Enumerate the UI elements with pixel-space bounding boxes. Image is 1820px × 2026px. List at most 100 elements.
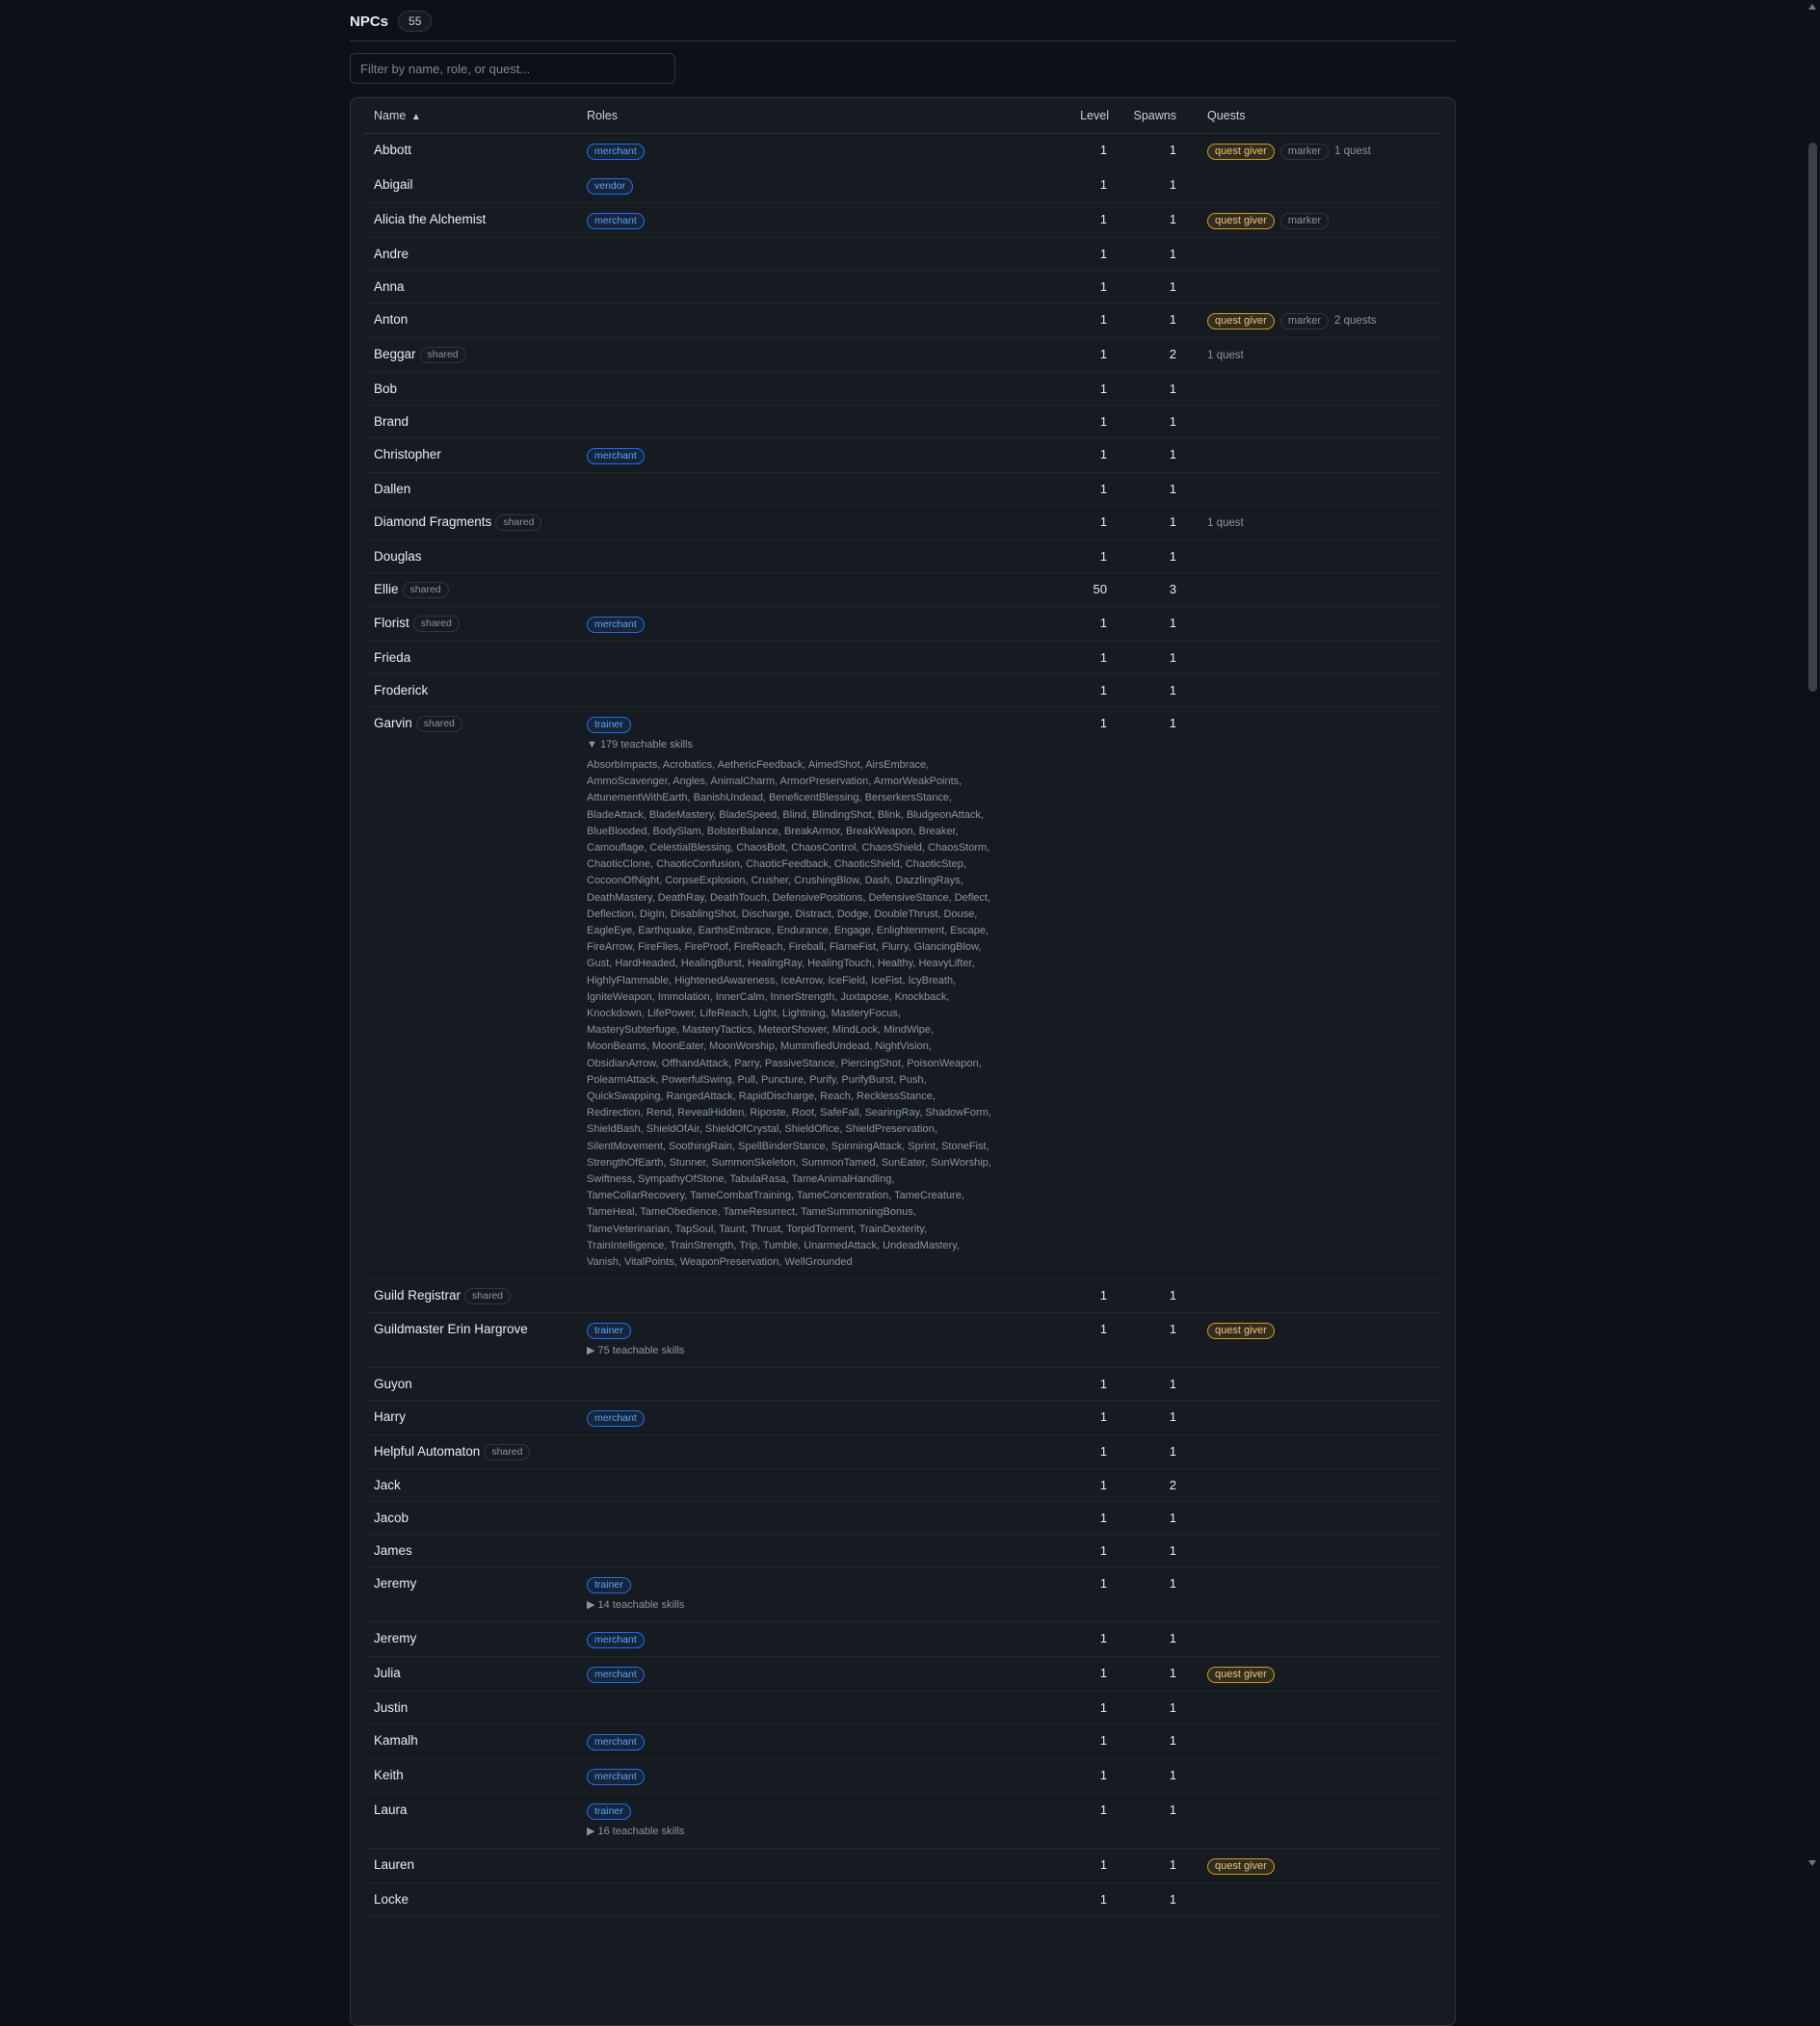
role-badge: trainer [587, 1577, 631, 1594]
scroll-down-icon[interactable] [1808, 1860, 1816, 1866]
table-row[interactable]: Jeremy merchant 1 1 [364, 1621, 1441, 1658]
cell-spawns: 1 [1109, 641, 1178, 674]
npc-name[interactable]: Diamond Fragments [374, 514, 491, 529]
table-row[interactable]: Keith merchant 1 1 [364, 1758, 1441, 1795]
table-row[interactable]: Christopher merchant 1 1 [364, 437, 1441, 473]
npc-name[interactable]: Guyon [374, 1377, 412, 1391]
table-row[interactable]: James 1 1 [364, 1534, 1441, 1568]
npc-name[interactable]: Jacob [374, 1511, 409, 1525]
table-row[interactable]: Frieda 1 1 [364, 641, 1441, 674]
column-header-name[interactable]: Name ▲ [364, 98, 587, 134]
npc-name[interactable]: Froderick [374, 683, 428, 697]
npc-name[interactable]: Laura [374, 1802, 408, 1817]
cell-name: Guild Registrar shared [364, 1278, 587, 1314]
npc-name[interactable]: Lauren [374, 1857, 414, 1872]
cell-spawns: 1 [1109, 1621, 1178, 1658]
table-row[interactable]: Abbott merchant 1 1 quest giver marker 1 quest [364, 133, 1441, 169]
quest-count[interactable]: 1 quest [1334, 145, 1371, 157]
column-header-roles[interactable]: Roles [587, 98, 1030, 134]
table-row[interactable]: Julia merchant 1 1 quest giver [364, 1656, 1441, 1693]
npc-name[interactable]: Julia [374, 1666, 401, 1680]
npc-name[interactable]: Dallen [374, 482, 410, 496]
cell-spawns: 1 [1109, 1534, 1178, 1568]
table-row[interactable]: Anna 1 1 [364, 270, 1441, 303]
npc-name[interactable]: Christopher [374, 447, 441, 461]
table-row[interactable]: Jack 1 2 [364, 1468, 1441, 1503]
npc-name[interactable]: Locke [374, 1892, 409, 1907]
table-row[interactable]: Justin 1 1 [364, 1691, 1441, 1725]
skills-toggle[interactable]: ▶ 14 teachable skills [587, 1597, 1030, 1614]
table-row[interactable]: Guild Registrar shared 1 1 [364, 1278, 1441, 1314]
column-header-spawns[interactable]: Spawns [1109, 98, 1178, 134]
table-row[interactable]: Laura trainer ▶ 16 teachable skills 1 1 [364, 1793, 1441, 1850]
role-badge: trainer [587, 1323, 631, 1340]
table-row[interactable]: Locke 1 1 [364, 1882, 1441, 1917]
npc-name[interactable]: Guildmaster Erin Hargrove [374, 1322, 528, 1336]
table-row[interactable]: Dallen 1 1 [364, 472, 1441, 506]
npc-name[interactable]: James [374, 1543, 412, 1558]
npc-name[interactable]: Garvin [374, 716, 412, 730]
npc-name[interactable]: Brand [374, 414, 409, 429]
table-row[interactable]: Helpful Automaton shared 1 1 [364, 1434, 1441, 1470]
filter-input[interactable] [350, 53, 675, 84]
npc-name[interactable]: Harry [374, 1409, 406, 1424]
scrollbar-thumb[interactable] [1808, 143, 1817, 692]
npc-name[interactable]: Bob [374, 382, 397, 396]
table-row[interactable]: Harry merchant 1 1 [364, 1400, 1441, 1436]
npc-name[interactable]: Ellie [374, 582, 399, 596]
table-row[interactable]: Abigail vendor 1 1 [364, 168, 1441, 203]
npc-name[interactable]: Jeremy [374, 1576, 416, 1591]
skills-toggle[interactable]: ▼ 179 teachable skills [587, 737, 1030, 753]
table-row[interactable]: Brand 1 1 [364, 405, 1441, 438]
column-header-level[interactable]: Level [1030, 98, 1109, 134]
npc-name[interactable]: Guild Registrar [374, 1288, 461, 1302]
cell-level: 1 [1030, 641, 1109, 674]
table-row[interactable]: Garvin shared trainer ▼ 179 teachable skill… [364, 706, 1441, 1280]
npc-name[interactable]: Abbott [374, 143, 411, 157]
quest-count[interactable]: 1 quest [1207, 517, 1244, 529]
table-row[interactable]: Jeremy trainer ▶ 14 teachable skills 1 1 [364, 1566, 1441, 1623]
npc-name[interactable]: Andre [374, 247, 409, 261]
skills-toggle[interactable]: ▶ 75 teachable skills [587, 1343, 1030, 1359]
npc-name[interactable]: Douglas [374, 549, 422, 564]
cell-name: Froderick [364, 673, 587, 707]
npc-name[interactable]: Helpful Automaton [374, 1444, 480, 1459]
npc-name[interactable]: Beggar [374, 347, 416, 361]
table-row[interactable]: Froderick 1 1 [364, 673, 1441, 707]
table-row[interactable]: Anton 1 1 quest giver marker 2 quests [364, 303, 1441, 338]
npc-name[interactable]: Jack [374, 1478, 401, 1492]
table-row[interactable]: Douglas 1 1 [364, 539, 1441, 573]
cell-level: 1 [1030, 237, 1109, 271]
quest-count[interactable]: 1 quest [1207, 350, 1244, 361]
npc-name[interactable]: Alicia the Alchemist [374, 212, 486, 226]
npc-name[interactable]: Keith [374, 1768, 404, 1782]
quest-count[interactable]: 2 quests [1334, 315, 1376, 327]
cell-quests [1178, 1434, 1441, 1470]
table-row[interactable]: Guyon 1 1 [364, 1367, 1441, 1402]
npc-name[interactable]: Justin [374, 1700, 408, 1715]
skills-toggle[interactable]: ▶ 16 teachable skills [587, 1824, 1030, 1840]
cell-spawns: 1 [1109, 673, 1178, 707]
scroll-up-icon[interactable] [1808, 4, 1816, 10]
page-header: NPCs 55 [350, 0, 1456, 41]
table-row[interactable]: Alicia the Alchemist merchant 1 1 quest give… [364, 202, 1441, 238]
table-row[interactable]: Lauren 1 1 quest giver [364, 1848, 1441, 1884]
table-row[interactable]: Kamalh merchant 1 1 [364, 1723, 1441, 1760]
table-row[interactable]: Jacob 1 1 [364, 1501, 1441, 1536]
npc-name[interactable]: Abigail [374, 177, 413, 192]
table-row[interactable]: Ellie shared 50 3 [364, 572, 1441, 607]
npc-name[interactable]: Anton [374, 312, 408, 327]
table-row[interactable]: Bob 1 1 [364, 372, 1441, 406]
page-scrollbar[interactable] [1806, 0, 1820, 1870]
table-row[interactable]: Diamond Fragments shared 1 1 1 quest [364, 505, 1441, 540]
table-row[interactable]: Andre 1 1 [364, 237, 1441, 271]
npc-name[interactable]: Frieda [374, 650, 410, 665]
table-row[interactable]: Beggar shared 1 2 1 quest [364, 337, 1441, 373]
npc-name[interactable]: Anna [374, 279, 405, 294]
column-header-quests[interactable]: Quests [1178, 98, 1441, 134]
npc-name[interactable]: Jeremy [374, 1631, 416, 1645]
npc-name[interactable]: Kamalh [374, 1733, 418, 1748]
table-row[interactable]: Florist shared merchant 1 1 [364, 606, 1441, 642]
table-row[interactable]: Guildmaster Erin Hargrove trainer ▶ 75 tea… [364, 1312, 1441, 1369]
npc-name[interactable]: Florist [374, 616, 409, 630]
